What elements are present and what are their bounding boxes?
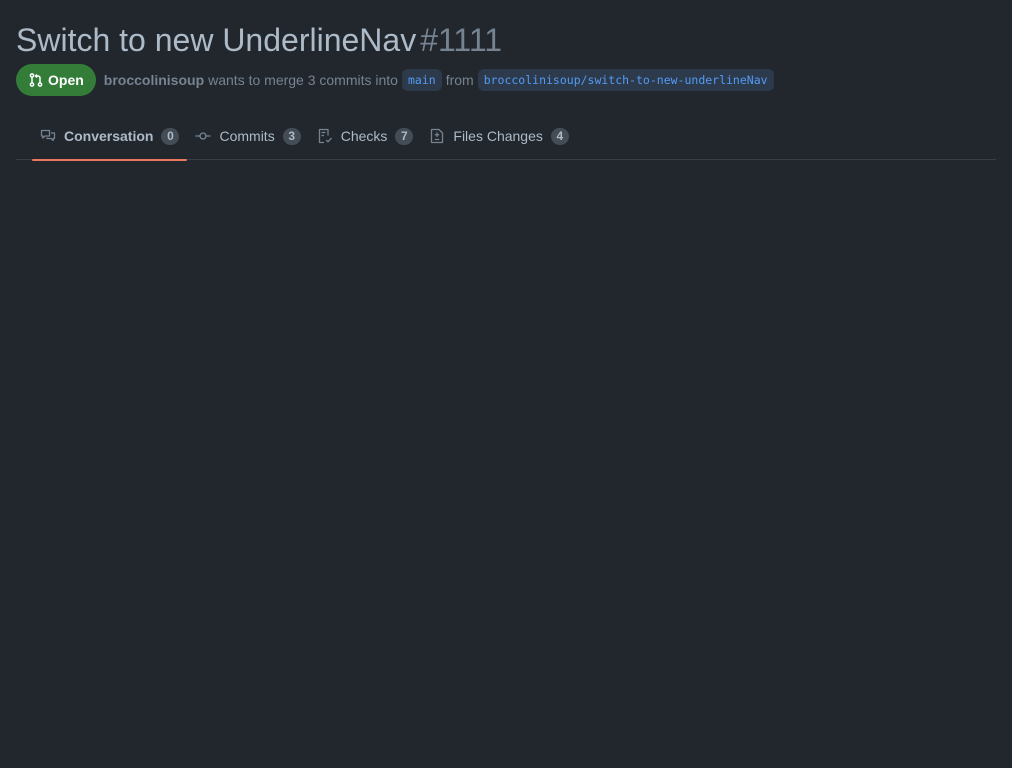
status-badge: Open [16,64,96,96]
tab-checks[interactable]: Checks 7 [309,112,422,160]
merge-description: broccolinisoup wants to merge 3 commits … [104,69,778,91]
tab-counter: 0 [161,127,180,145]
base-branch[interactable]: main [401,69,442,91]
tab-counter: 3 [282,127,301,145]
pull-request-page: Switch to new UnderlineNav #1111 Open bro… [0,0,1012,768]
tab-counter: 4 [550,127,569,145]
underline-nav: Conversation 0 Commits 3 Checks 7 Files … [16,112,996,161]
tab-files-changes[interactable]: Files Changes 4 [421,112,577,160]
tab-label: Commits [219,128,275,144]
checklist-icon [317,128,333,144]
tab-commits[interactable]: Commits 3 [187,112,308,160]
pr-number: #1111 [420,22,503,58]
from-text: from [445,72,474,88]
tab-label: Files Changes [453,128,543,144]
pr-meta: Open broccolinisoup wants to merge 3 com… [16,64,778,96]
author-link[interactable]: broccolinisoup [104,72,204,88]
tab-label: Checks [340,128,388,144]
comment-discussion-icon [40,128,56,144]
merge-text: wants to merge 3 commits into [208,72,398,88]
page-title: Switch to new UnderlineNav #1111 [16,20,502,60]
file-diff-icon [429,128,445,144]
git-commit-icon [195,128,211,144]
head-branch[interactable]: broccolinisoup/switch-to-new-underlineNa… [477,69,774,91]
git-pull-request-icon [29,73,43,87]
tab-conversation[interactable]: Conversation 0 [32,112,188,161]
status-label: Open [48,72,84,88]
pr-title: Switch to new UnderlineNav [16,22,417,58]
tab-counter: 7 [395,127,414,145]
tab-label: Conversation [64,128,154,144]
